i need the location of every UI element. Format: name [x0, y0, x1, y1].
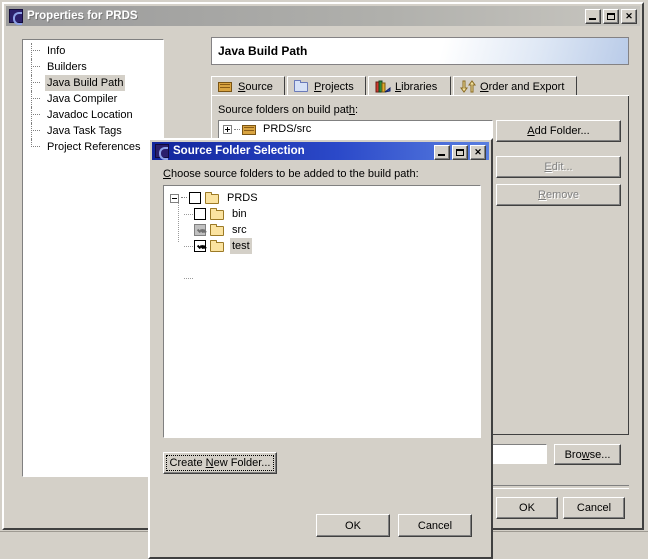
- sidebar-item-label: Info: [47, 45, 66, 57]
- list-item[interactable]: PRDS/src: [219, 121, 492, 138]
- sidebar-item-label: Javadoc Location: [47, 109, 133, 121]
- ok-label: OK: [519, 502, 535, 514]
- tree-row-label: test: [230, 238, 252, 254]
- maximize-button[interactable]: [603, 9, 619, 24]
- sidebar-item-java-task-tags[interactable]: Java Task Tags: [23, 123, 163, 139]
- books-icon: [375, 80, 391, 94]
- sidebar-item-java-build-path[interactable]: Java Build Path: [23, 75, 163, 91]
- sidebar-item-javadoc-location[interactable]: Javadoc Location: [23, 107, 163, 123]
- page-header: Java Build Path: [211, 37, 629, 65]
- tree-dash: [31, 66, 40, 68]
- tree-row-test[interactable]: test: [170, 238, 480, 279]
- maximize-button[interactable]: [452, 145, 468, 160]
- list-item-label: PRDS/src: [263, 123, 312, 135]
- tree-row-label: src: [232, 224, 247, 236]
- tab-label: Source: [238, 80, 273, 93]
- tree-row-label: PRDS: [227, 192, 258, 204]
- minimize-button[interactable]: [434, 145, 450, 160]
- folder-icon: [210, 207, 226, 221]
- dialog-ok-label: OK: [345, 519, 361, 532]
- tab-projects[interactable]: Projects: [287, 76, 366, 96]
- dialog-prompt: Choose source folders to be added to the…: [163, 168, 419, 180]
- remove-button[interactable]: Remove: [496, 184, 621, 206]
- cancel-label: Cancel: [576, 502, 612, 514]
- dialog-cancel-button[interactable]: Cancel: [398, 514, 472, 537]
- dialog-title: Source Folder Selection: [173, 145, 305, 157]
- open-folder-icon: [205, 191, 221, 205]
- create-new-folder-button[interactable]: Create New Folder...: [163, 452, 277, 474]
- order-arrows-icon: [460, 79, 476, 94]
- sidebar-item-info[interactable]: Info: [23, 43, 163, 59]
- tree-dash: [31, 130, 40, 132]
- folder-icon: [210, 239, 226, 253]
- tree-dash: [234, 128, 240, 131]
- tab-libraries[interactable]: Libraries: [368, 76, 451, 96]
- source-folders-label: Source folders on build path:: [218, 104, 359, 116]
- folder-icon: [210, 223, 226, 237]
- tab-label: Order and Export: [480, 80, 565, 93]
- sidebar-item-label: Java Build Path: [45, 75, 126, 91]
- ok-button[interactable]: OK: [496, 497, 558, 519]
- remove-label: Remove: [538, 189, 579, 201]
- minimize-button[interactable]: [585, 9, 601, 24]
- tab-source[interactable]: Source: [211, 76, 285, 96]
- expand-icon[interactable]: [223, 125, 232, 134]
- package-folder-icon: [218, 80, 234, 94]
- collapse-icon[interactable]: [170, 193, 179, 203]
- tree-dash: [181, 197, 187, 199]
- page-title: Java Build Path: [218, 44, 308, 58]
- sidebar-item-label: Builders: [47, 61, 87, 73]
- tab-order-and-export[interactable]: Order and Export: [453, 76, 577, 96]
- sidebar-item-builders[interactable]: Builders: [23, 59, 163, 75]
- main-titlebar-buttons: ✕: [585, 9, 637, 24]
- edit-button[interactable]: Edit...: [496, 156, 621, 178]
- add-folder-label: Add Folder...: [527, 125, 590, 137]
- tab-label: Libraries: [395, 80, 438, 93]
- sidebar-item-java-compiler[interactable]: Java Compiler: [23, 91, 163, 107]
- dialog-titlebar[interactable]: Source Folder Selection ✕: [152, 142, 489, 160]
- checkbox-prds[interactable]: [189, 192, 201, 204]
- cancel-button[interactable]: Cancel: [563, 497, 625, 519]
- sidebar-item-label: Project References: [47, 141, 141, 153]
- tree-row-prds[interactable]: PRDS: [170, 190, 480, 206]
- open-folder-icon: [294, 79, 310, 94]
- close-button[interactable]: ✕: [621, 9, 637, 24]
- close-button[interactable]: ✕: [470, 145, 486, 160]
- checkbox-test[interactable]: [194, 240, 206, 252]
- main-titlebar[interactable]: Properties for PRDS ✕: [6, 6, 640, 26]
- sidebar-item-label: Java Task Tags: [47, 125, 122, 137]
- dialog-titlebar-buttons: ✕: [434, 145, 486, 160]
- tree-row-src[interactable]: src: [170, 222, 480, 247]
- tree-row-label: bin: [232, 208, 247, 220]
- tree-dash: [31, 114, 40, 116]
- window-title: Properties for PRDS: [27, 10, 138, 22]
- tree-dash: [184, 278, 193, 280]
- browse-button[interactable]: Browse...: [554, 444, 621, 465]
- checkbox-src[interactable]: [194, 224, 206, 236]
- sidebar-item-label: Java Compiler: [47, 93, 118, 105]
- eclipse-icon: [9, 9, 23, 25]
- package-folder-icon: [242, 123, 258, 136]
- tree-dash: [31, 82, 40, 84]
- tree-row-bin[interactable]: bin: [170, 206, 480, 222]
- edit-label: Edit...: [544, 161, 573, 173]
- folder-tree[interactable]: PRDS bin src test: [163, 185, 481, 438]
- tabstrip: Source Projects Libraries Order and Expo…: [211, 76, 629, 96]
- dialog-cancel-label: Cancel: [417, 519, 453, 532]
- checkbox-bin[interactable]: [194, 208, 206, 220]
- tab-label: Projects: [314, 80, 354, 93]
- browse-label: Browse...: [564, 448, 611, 461]
- settings-page-tree[interactable]: Info Builders Java Build Path Java Compi…: [22, 39, 164, 477]
- add-folder-button[interactable]: Add Folder...: [496, 120, 621, 142]
- sidebar-item-project-references[interactable]: Project References: [23, 139, 163, 155]
- tree-dash: [31, 50, 40, 52]
- source-folder-selection-dialog: Source Folder Selection ✕ Choose source …: [148, 138, 493, 559]
- create-new-folder-label: Create New Folder...: [169, 457, 271, 469]
- eclipse-icon: [155, 144, 169, 160]
- dialog-ok-button[interactable]: OK: [316, 514, 390, 537]
- tab-underline: [211, 95, 629, 96]
- tree-dash: [184, 214, 193, 216]
- tree-dash: [31, 146, 40, 148]
- tree-dash: [31, 98, 40, 100]
